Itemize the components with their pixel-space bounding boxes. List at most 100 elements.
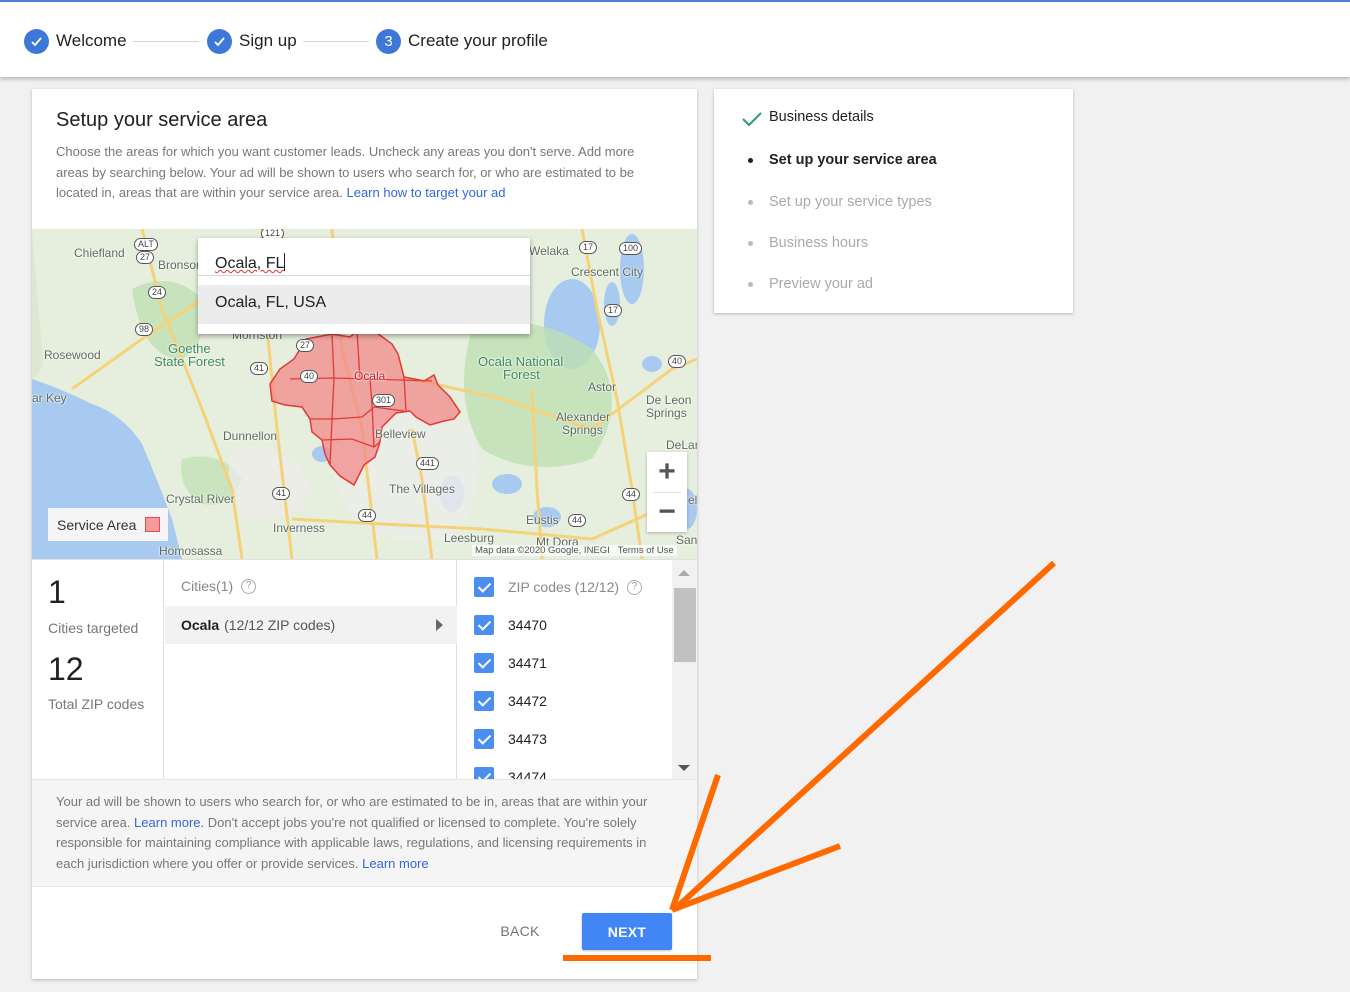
highway-shield: 40 — [668, 355, 687, 368]
learn-more-link-2[interactable]: Learn more — [362, 856, 428, 871]
step-sign-up: Sign up — [207, 28, 297, 54]
checklist-item-service-types: Set up your service types — [769, 194, 932, 210]
highway-shield: 44 — [568, 514, 587, 527]
zip-label: Total ZIP codes — [48, 696, 145, 712]
step-label: Sign up — [239, 31, 297, 50]
map-place-label: Belleview — [375, 427, 426, 441]
zip-item[interactable]: 34470 — [474, 615, 547, 635]
checklist-item-business-details: Business details — [769, 109, 874, 125]
zip-select-all[interactable]: ZIP codes (12/12) ? — [474, 577, 643, 597]
cities-column: Cities(1) ? Ocala (12/12 ZIP codes) — [165, 560, 457, 780]
cities-header-label: Cities(1) — [181, 578, 234, 594]
map-place-label: Ocala — [354, 369, 386, 383]
map-place-label: State Forest — [154, 354, 225, 369]
cities-count: 1 — [48, 574, 66, 610]
highway-shield: 441 — [416, 457, 440, 470]
highway-shield: 17 — [579, 241, 598, 254]
zip-checkbox[interactable] — [474, 615, 494, 635]
map-attribution: Map data ©2020 Google, INEGI Terms of Us… — [472, 545, 677, 556]
map-place-label: Forest — [503, 367, 540, 382]
check-icon — [24, 28, 49, 54]
zip-list-scrollbar[interactable] — [672, 560, 697, 780]
location-search-input[interactable]: Ocala, FL — [215, 253, 286, 273]
zip-code: 34473 — [508, 731, 547, 747]
step-label: Create your profile — [408, 31, 548, 50]
map-place-label: ar Key — [32, 391, 67, 405]
zip-code: 34472 — [508, 693, 547, 709]
map-place-label: Rosewood — [44, 348, 101, 362]
map-place-label: Astor — [588, 380, 617, 394]
map-place-label: Bronson — [158, 258, 203, 272]
city-row[interactable]: Ocala (12/12 ZIP codes) — [165, 606, 457, 644]
terms-of-use-link[interactable]: Terms of Use — [618, 545, 674, 556]
zip-checkbox[interactable] — [474, 653, 494, 673]
check-icon — [207, 28, 232, 54]
learn-more-link[interactable]: Learn more. — [134, 815, 204, 830]
check-icon — [742, 112, 762, 127]
search-value: Ocala, FL — [215, 255, 285, 272]
highway-shield: 40 — [300, 370, 319, 383]
chevron-right-icon — [436, 619, 443, 631]
text-caret — [284, 253, 286, 271]
map-place-label: Chiefland — [74, 246, 125, 260]
checklist-item-service-area: Set up your service area — [769, 152, 937, 168]
map-place-label: Welaka — [529, 244, 569, 258]
help-icon[interactable]: ? — [627, 579, 643, 595]
stepper-bar: Welcome Sign up 3 Create your profile — [0, 0, 1350, 77]
location-search[interactable]: Ocala, FL Ocala, FL, USA — [198, 238, 530, 334]
map-place-label: Springs — [562, 423, 603, 437]
zip-header-label: ZIP codes (12/12) — [508, 579, 620, 595]
divider — [653, 492, 681, 493]
scroll-thumb[interactable] — [674, 588, 696, 662]
step-connector — [303, 41, 369, 42]
arrow-shaft — [673, 560, 1057, 911]
next-button[interactable]: NEXT — [582, 913, 672, 950]
stats-column: 1 Cities targeted 12 Total ZIP codes — [32, 560, 164, 780]
map-place-label: Homosassa — [159, 544, 223, 558]
highway-shield: 24 — [148, 286, 167, 299]
map-place-label: Leesburg — [444, 531, 495, 545]
zip-item[interactable]: 34472 — [474, 691, 547, 711]
zip-checkbox[interactable] — [474, 729, 494, 749]
scroll-down-icon[interactable] — [678, 765, 690, 771]
service-area-map[interactable]: Chiefland Bronson Welaka Crescent City R… — [32, 229, 697, 559]
minus-icon: − — [658, 495, 676, 528]
help-icon[interactable]: ? — [241, 578, 257, 594]
step-connector — [133, 41, 199, 42]
zoom-out-button[interactable]: − — [647, 492, 687, 532]
step-welcome: Welcome — [24, 28, 127, 54]
highway-shield: 41 — [250, 362, 269, 375]
select-all-checkbox[interactable] — [474, 577, 494, 597]
zip-item[interactable]: 34471 — [474, 653, 547, 673]
target-lists: 1 Cities targeted 12 Total ZIP codes Cit… — [32, 559, 697, 780]
map-place-label: Springs — [646, 406, 687, 420]
back-button[interactable]: BACK — [484, 913, 556, 949]
bullet-icon — [748, 200, 753, 205]
map-place-label: The Villages — [389, 482, 455, 496]
learn-target-link[interactable]: Learn how to target your ad — [346, 185, 505, 200]
service-area-card: Setup your service area Choose the areas… — [32, 89, 697, 979]
zoom-in-button[interactable]: + — [647, 452, 687, 492]
highway-shield: 27 — [296, 339, 315, 352]
bullet-icon — [748, 241, 753, 246]
map-place-label: el — [688, 493, 697, 507]
disclaimer: Your ad will be shown to users who searc… — [32, 779, 697, 887]
legend-label: Service Area — [57, 516, 137, 533]
autocomplete-suggestion[interactable]: Ocala, FL, USA — [198, 285, 530, 324]
city-name: Ocala — [181, 617, 220, 633]
cities-header: Cities(1) ? — [181, 578, 257, 594]
page-title: Setup your service area — [56, 109, 268, 131]
bullet-icon — [748, 282, 753, 287]
highway-shield: ALT — [134, 238, 158, 251]
zip-code: 34471 — [508, 655, 547, 671]
zip-checkbox[interactable] — [474, 691, 494, 711]
map-place-label: DeLar — [666, 438, 697, 452]
zip-count: 12 — [48, 651, 84, 687]
zip-item[interactable]: 34473 — [474, 729, 547, 749]
highway-shield: 301 — [372, 394, 396, 407]
map-zoom-control: + − — [647, 452, 687, 532]
map-place-label: Crystal River — [166, 492, 235, 506]
scroll-up-icon[interactable] — [678, 570, 690, 576]
map-place-label: Eustis — [526, 513, 559, 527]
bullet-icon — [748, 158, 753, 163]
